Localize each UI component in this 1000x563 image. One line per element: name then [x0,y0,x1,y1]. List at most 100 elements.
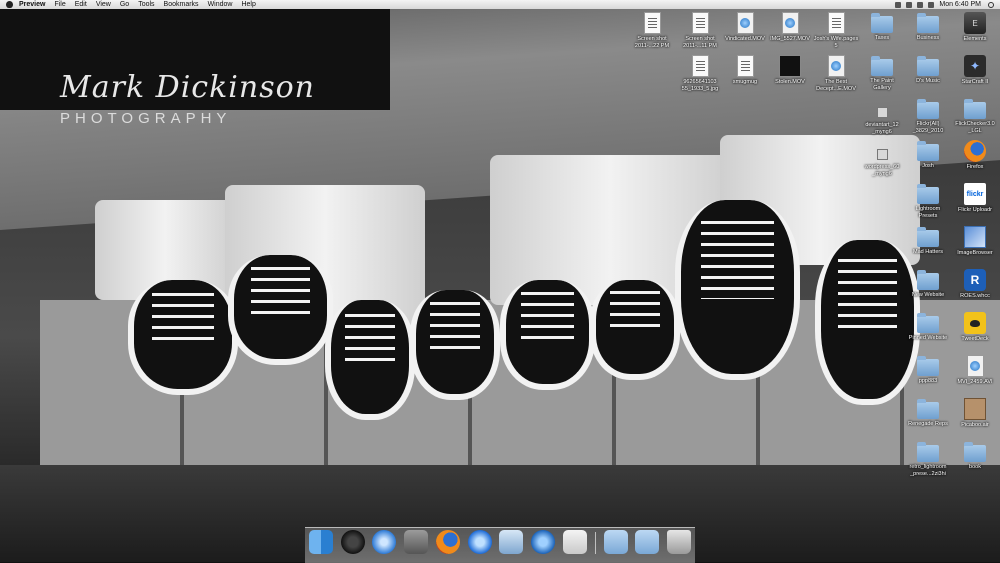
document-icon [691,12,709,34]
dock [305,527,695,563]
quicktime-icon[interactable] [531,530,556,554]
apple-menu-icon[interactable] [6,1,13,8]
starcraft-icon: ✦ [964,55,986,77]
movie-icon [827,55,845,77]
desktop-icon[interactable]: Picaboo.air [945,398,1000,429]
desktop-icon[interactable]: R ROES.whcc [945,269,1000,300]
folder-icon [917,399,939,419]
desktop-icon-label: FlickChecker3.0 _LGL [955,121,995,134]
desktop-icon-label: Stolen.MOV [775,79,805,85]
volume-icon[interactable] [917,1,924,8]
trash-icon[interactable] [667,530,692,554]
applications-stack-icon[interactable] [603,530,628,554]
menu-bar: Preview File Edit View Go Tools Bookmark… [0,0,1000,9]
dashboard-icon[interactable] [340,530,365,554]
desktop-icon[interactable]: flickr Flickr Uploadr [945,183,1000,214]
folder-icon [964,442,986,462]
roes-icon: R [964,269,986,291]
desktop-icon-label: ImageBrowser [957,250,993,256]
flickr-icon: flickr [964,183,986,205]
finder-icon[interactable] [308,530,333,554]
tweetdeck-icon [964,312,986,334]
desktop-icon-label: Flickr(All) _3829_2010 [912,121,944,134]
desktop-icon-label: Mad Hatters [913,249,943,255]
desktop-icon-label: 96265641103 55_1933_5.jpg [681,79,719,92]
folder-icon [917,13,939,33]
desktop-icon-label: ROES.whcc [960,293,990,299]
folder-icon [917,56,939,76]
folder-icon [871,13,893,33]
firefox-icon[interactable] [435,530,460,554]
desktop-icon[interactable]: Firefox [945,140,1000,171]
movie-icon [736,12,754,34]
image-browser-icon [964,226,986,248]
folder-icon [964,99,986,119]
wallpaper-shoe [590,280,680,380]
menu-window[interactable]: Window [208,0,233,9]
menu-edit[interactable]: Edit [75,0,87,9]
desktop-icon-label: Elements [963,36,987,42]
menu-go[interactable]: Go [120,0,129,9]
desktop-icon[interactable]: E Elements [945,12,1000,43]
wallpaper-shoe [228,255,333,365]
battery-icon[interactable] [928,1,935,8]
desktop-icon-label: Vindicated.MOV [725,36,765,42]
desktop-icon[interactable]: ImageBrowser [945,226,1000,257]
small-file-icon [871,140,893,162]
wallpaper-shoe [410,290,500,400]
desktop-icon[interactable]: book [945,441,1000,471]
desktop-icon[interactable]: ✦ StarCraft II [945,55,1000,86]
desktop-icon-label: New Website [911,292,945,298]
folder-icon [917,227,939,247]
menu-file[interactable]: File [54,0,65,9]
desktop-icon-label: Business [916,35,940,41]
dock-items [305,524,695,554]
document-icon [736,55,754,77]
bluetooth-icon[interactable] [895,1,902,8]
menu-help[interactable]: Help [241,0,255,9]
menu-bookmarks[interactable]: Bookmarks [164,0,199,9]
menu-extras: Mon 6:40 PM [895,1,1000,8]
watermark-name: Mark Dickinson [60,70,315,105]
wallpaper-shoe [325,300,415,420]
wallpaper-shoe [500,280,595,390]
desktop-icon-label: D's Music [916,78,940,84]
menu-app-name[interactable]: Preview [19,0,45,9]
itunes-icon[interactable] [467,530,492,554]
desktop-icon-label: Picaboo.air [961,422,989,428]
wallpaper-shoe [675,200,800,380]
menu-view[interactable]: View [96,0,111,9]
movie-icon [966,355,984,377]
movie-icon [781,12,799,34]
preview-icon[interactable] [563,530,587,554]
small-file-icon [871,98,893,120]
desktop-icon-label: retro_lightroom _prese...2zi3hi [909,464,947,477]
spotlight-icon[interactable] [988,1,994,8]
folder-icon [871,56,893,76]
document-icon [691,55,709,77]
safari-icon[interactable] [372,530,397,554]
system-preferences-icon[interactable] [404,530,429,554]
folder-icon [917,99,939,119]
watermark-subtitle: PHOTOGRAPHY [60,110,232,127]
desktop-icon-label: IMG_5527.MOV [770,36,810,42]
wifi-icon[interactable] [906,1,913,8]
folder-icon [917,141,939,161]
document-icon [643,12,661,34]
desktop-icon-label: deviantart_12 _myng6 [865,122,899,135]
iphoto-icon[interactable] [499,530,524,554]
wallpaper-shoe [128,280,238,395]
desktop-icon-label: Firefox [966,164,984,170]
desktop-icon[interactable]: FlickChecker3.0 _LGL [945,98,1000,134]
desktop-icon-label: Taxes [874,35,890,41]
desktop-icon[interactable]: MVI_2459.AVI [945,355,1000,386]
menu-tools[interactable]: Tools [138,0,154,9]
desktop-icon-label: The Best Decept...E.MOV [816,79,856,92]
desktop-icon[interactable]: TweetDeck [945,312,1000,343]
menu-clock[interactable]: Mon 6:40 PM [939,1,981,8]
desktop-icon-label: StarCraft II [961,79,989,85]
desktop-icon-label: Flickr Uploadr [958,207,992,213]
folder-icon [917,356,939,376]
firefox-icon [964,140,986,162]
documents-stack-icon[interactable] [635,530,660,554]
